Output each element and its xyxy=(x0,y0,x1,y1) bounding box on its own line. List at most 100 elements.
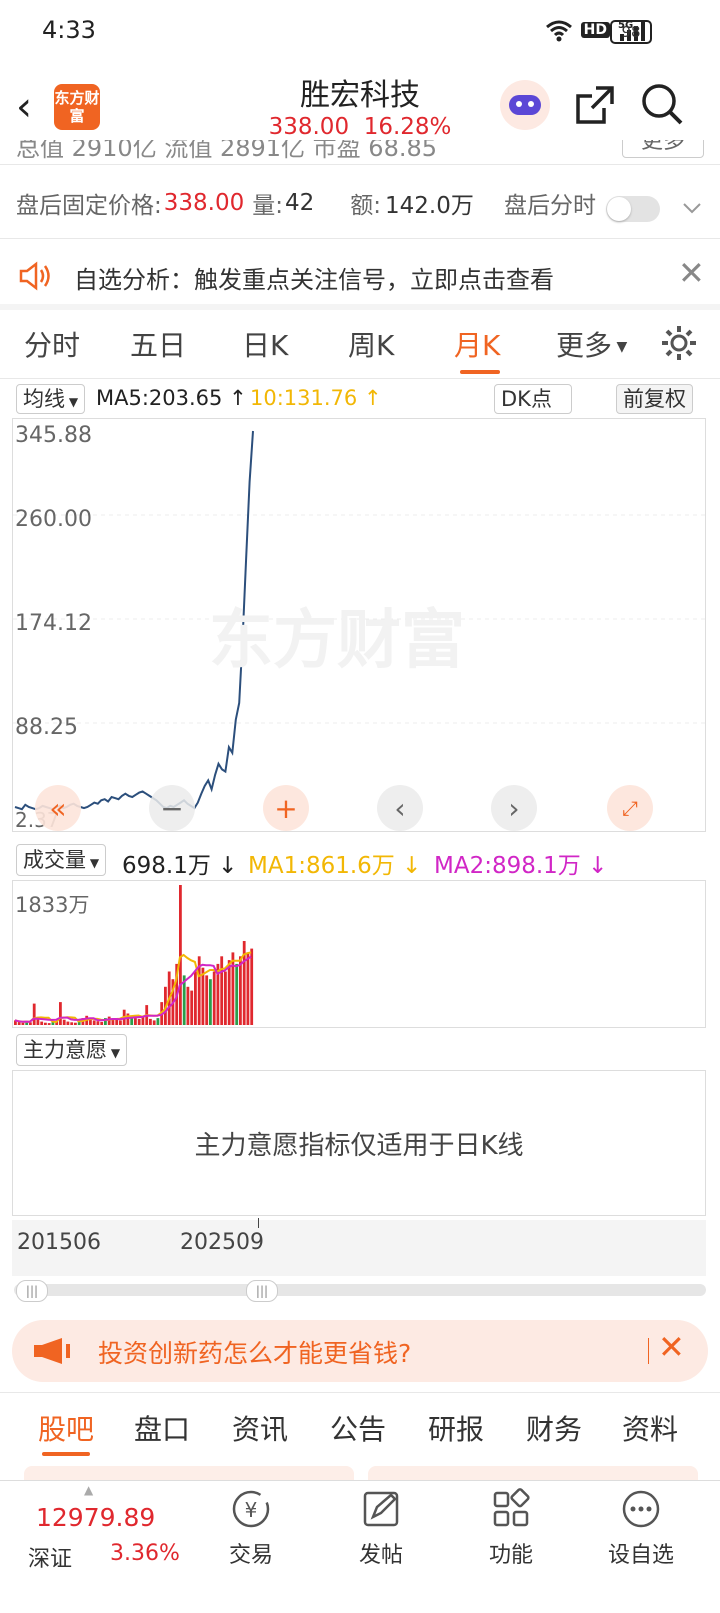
prev-button[interactable]: ‹ xyxy=(377,785,423,831)
megaphone-icon xyxy=(34,1338,70,1364)
volume-chart-svg xyxy=(14,885,254,1025)
tab-zixun[interactable]: 资讯 xyxy=(232,1408,288,1448)
volume-max-label: 1833万 xyxy=(15,893,90,917)
caret-down-icon: ▼ xyxy=(65,395,79,409)
tab-more[interactable]: 更多 ▼ xyxy=(556,324,627,364)
volume-bar xyxy=(194,971,197,1025)
battery-icon: 98 xyxy=(610,20,652,44)
volume-bar xyxy=(227,960,231,1025)
volume-select[interactable]: 成交量 ▼ xyxy=(16,844,107,876)
volume-bar xyxy=(205,975,209,1025)
zhuli-select[interactable]: 主力意愿 ▼ xyxy=(16,1034,128,1066)
zhuli-select-label: 主力意愿 xyxy=(23,1038,107,1062)
after-hours-amt-label: 额: xyxy=(350,193,382,219)
dock-add-watchlist[interactable]: 设自选 xyxy=(576,1487,706,1569)
scroll-left-fast-button[interactable]: « xyxy=(35,785,81,831)
arrow-up-icon: ↑ xyxy=(357,386,382,410)
volume-text: 698.1万 xyxy=(122,853,211,879)
volume-bar xyxy=(137,1018,141,1025)
dock-trade[interactable]: ¥ 交易 xyxy=(186,1487,316,1569)
volume-chart-area[interactable]: 1833万 xyxy=(12,880,706,1028)
search-icon[interactable] xyxy=(640,82,684,126)
fullscreen-icon[interactable]: ⤢ xyxy=(607,785,653,831)
robot-assistant-icon[interactable] xyxy=(500,80,550,130)
header-change: 16.28% xyxy=(363,114,452,140)
trade-yen-icon: ¥ xyxy=(232,1490,270,1528)
price-tick-label: 174.12 xyxy=(15,611,92,636)
zhuli-message: 主力意愿指标仅适用于日K线 xyxy=(194,1130,524,1161)
index-quote[interactable]: 12979.89 xyxy=(36,1503,155,1532)
tab-zhouk[interactable]: 周K xyxy=(348,324,394,364)
close-notice-icon[interactable]: ✕ xyxy=(678,254,705,292)
divider xyxy=(0,378,720,379)
range-slider-track[interactable] xyxy=(14,1284,706,1296)
volume-select-label: 成交量 xyxy=(23,848,86,872)
notice-text[interactable]: 自选分析：触发重点关注信号，立即点击查看 xyxy=(74,260,554,295)
volume-bar xyxy=(246,952,250,1025)
section-gap xyxy=(0,304,720,310)
volume-bar xyxy=(179,885,182,1025)
tab-fenshi[interactable]: 分时 xyxy=(24,324,80,364)
period-tabs: 分时 五日 日K 周K 月K 更多 ▼ xyxy=(0,324,720,374)
status-bar: 4:33 HD 5G 98 xyxy=(0,0,720,64)
index-value: 12979.89 xyxy=(36,1503,156,1532)
hd-icon: HD xyxy=(580,22,610,38)
header-price: 338.00 xyxy=(268,114,350,140)
chevron-down-icon[interactable] xyxy=(682,202,702,216)
tab-gonggao[interactable]: 公告 xyxy=(330,1408,386,1448)
zoom-in-button[interactable]: + xyxy=(263,785,309,831)
volume-bar xyxy=(21,1022,25,1025)
share-icon[interactable] xyxy=(574,84,616,126)
tab-caiwu[interactable]: 财务 xyxy=(526,1408,582,1448)
content-tabs: 股吧 盘口 资讯 公告 研报 财务 资料 xyxy=(0,1408,720,1458)
volume-bar xyxy=(190,990,194,1025)
after-hours-label: 盘后固定价格: xyxy=(16,193,162,219)
stats-row-partial: 总值 2910亿 流值 2891亿 市盈 68.85 更多 xyxy=(0,140,720,164)
date-label-end: 202509 xyxy=(180,1230,264,1255)
dock-function[interactable]: 功能 xyxy=(446,1487,576,1569)
tab-yanbao[interactable]: 研报 xyxy=(428,1408,484,1448)
ad-banner[interactable]: 投资创新药怎么才能更省钱? ✕ xyxy=(12,1320,708,1382)
volume-bar xyxy=(119,1020,122,1025)
ma-select[interactable]: 均线 ▼ xyxy=(16,384,86,414)
more-stats-button[interactable]: 更多 xyxy=(622,140,704,158)
volume-bar xyxy=(47,1023,51,1025)
close-ad-icon[interactable]: ✕ xyxy=(658,1328,685,1366)
stats-text: 总值 2910亿 流值 2891亿 市盈 68.85 xyxy=(16,140,438,162)
volume-bar xyxy=(250,948,254,1025)
price-chart-area[interactable]: 东方财富 345.88 260.00 174.12 88.25 2.37 « −… xyxy=(12,418,706,832)
settings-gear-icon[interactable] xyxy=(660,324,698,362)
bottom-dock: ▲ 12979.89 深证 3.36% ¥ 交易 发帖 功能 设自选 xyxy=(0,1480,720,1613)
next-button[interactable]: › xyxy=(491,785,537,831)
volume-bar xyxy=(126,1013,130,1025)
dock-post[interactable]: 发帖 xyxy=(316,1487,446,1569)
dk-point-button[interactable]: DK点 xyxy=(494,384,572,414)
date-tick xyxy=(258,1218,259,1228)
range-handle-left[interactable]: ||| xyxy=(16,1280,48,1302)
volume-bar xyxy=(115,1019,119,1025)
volume-bar xyxy=(107,1016,111,1025)
watermark: 东方财富 xyxy=(209,604,465,678)
after-hours-toggle[interactable] xyxy=(606,196,660,222)
header: ‹ 东方财富 胜宏科技 338.00 16.28% xyxy=(0,64,720,152)
dock-trade-label: 交易 xyxy=(228,1543,273,1568)
zoom-out-button[interactable]: − xyxy=(149,785,195,831)
tab-yuek[interactable]: 月K xyxy=(454,324,500,364)
volume-ma2: MA2:898.1万 ↓ xyxy=(434,846,607,880)
volume-bar xyxy=(231,952,235,1025)
tab-more-label: 更多 xyxy=(556,329,613,362)
volume-bar xyxy=(92,1020,96,1025)
tab-ziliao[interactable]: 资料 xyxy=(622,1408,678,1448)
tab-pankou[interactable]: 盘口 xyxy=(134,1408,190,1448)
tab-wuri[interactable]: 五日 xyxy=(130,324,186,364)
range-handle-right[interactable]: ||| xyxy=(246,1280,278,1302)
volume-bar xyxy=(40,1021,44,1025)
adjust-button[interactable]: 前复权 xyxy=(616,384,693,414)
price-tick-label: 345.88 xyxy=(15,423,92,448)
after-hours-vol-label: 量: xyxy=(252,193,283,219)
volume-ma2-line xyxy=(14,955,252,1023)
tab-rik[interactable]: 日K xyxy=(242,324,288,364)
volume-bar xyxy=(209,979,212,1025)
tab-guba[interactable]: 股吧 xyxy=(38,1408,94,1448)
speaker-icon xyxy=(19,261,50,291)
